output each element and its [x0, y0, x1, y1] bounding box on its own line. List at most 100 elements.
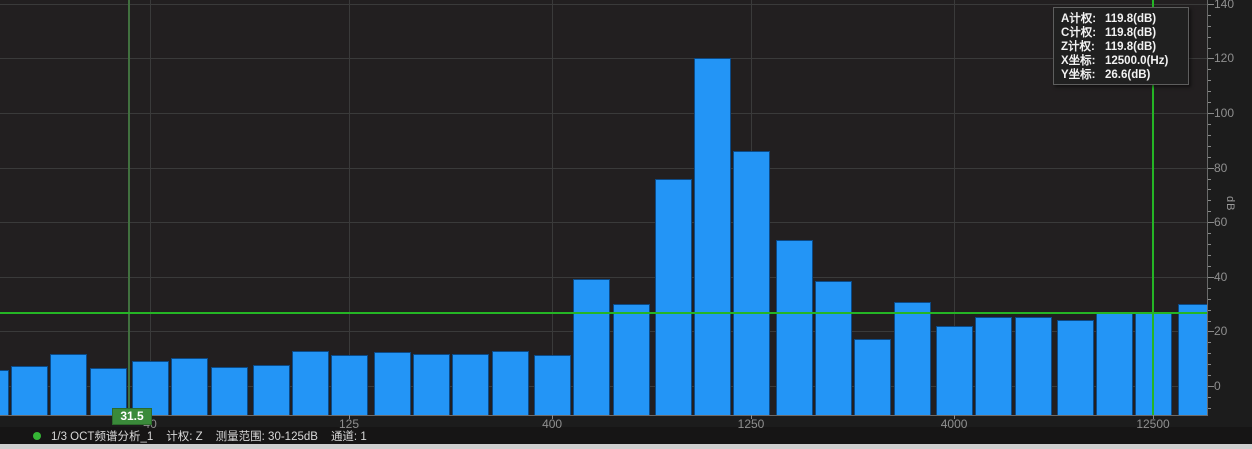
y-minor-tick-32db	[1208, 299, 1211, 300]
y-minor-tick-92db	[1208, 135, 1211, 136]
bar-5000hz[interactable]	[975, 317, 1012, 415]
y-minor-tick-112db	[1208, 80, 1211, 81]
y-minor-tick-132db	[1208, 26, 1211, 27]
y-minor-tick-88db	[1208, 146, 1211, 147]
bar-630hz[interactable]	[613, 304, 650, 415]
bar-50hz[interactable]	[171, 358, 208, 415]
readout-value: 119.8(dB)	[1105, 40, 1156, 54]
readout-row-c-weight: C计权: 119.8(dB)	[1061, 26, 1188, 40]
y-minor-tick-96db	[1208, 124, 1211, 125]
x-tick-1250hz	[751, 415, 752, 419]
channel-status-dot	[33, 432, 41, 440]
readout-value: 26.6(dB)	[1105, 68, 1150, 82]
y-minor-tick-136db	[1208, 15, 1211, 16]
y-minor-tick-4db	[1208, 375, 1211, 376]
bar-16000hz[interactable]	[1178, 304, 1208, 415]
bar-80hz[interactable]	[253, 365, 290, 415]
x-tick-400hz	[552, 415, 553, 419]
window-bottom-edge	[0, 444, 1252, 449]
readout-row-z-weight: Z计权: 119.8(dB)	[1061, 40, 1188, 54]
y-minor-tick--4db	[1208, 397, 1211, 398]
y-minor-tick-68db	[1208, 200, 1211, 201]
x-tick-label-12500hz: 12500	[1136, 417, 1169, 431]
readout-row-a-weight: A计权: 119.8(dB)	[1061, 12, 1188, 26]
readout-label: Z计权:	[1061, 40, 1105, 54]
y-tick-label-100db: 100	[1214, 106, 1234, 120]
bar-250hz[interactable]	[452, 354, 489, 415]
bar-1250hz[interactable]	[733, 151, 770, 415]
y-axis-unit-label: dB	[1224, 196, 1236, 211]
y-minor-tick-8db	[1208, 364, 1211, 365]
bar-200hz[interactable]	[413, 354, 450, 415]
bar-1000hz[interactable]	[694, 58, 731, 415]
y-tick-label-60db: 60	[1214, 215, 1227, 229]
bar-160hz[interactable]	[374, 352, 411, 415]
bar-40hz[interactable]	[132, 361, 169, 415]
readout-label: C计权:	[1061, 26, 1105, 40]
bar-63hz[interactable]	[211, 367, 248, 415]
y-tick-label-20db: 20	[1214, 324, 1227, 338]
readout-label: X坐标:	[1061, 54, 1105, 68]
y-minor-tick-116db	[1208, 69, 1211, 70]
bar-800hz[interactable]	[655, 179, 692, 415]
weighting-info: 计权: Z	[166, 428, 202, 444]
bar-2000hz[interactable]	[815, 281, 852, 415]
y-axis-line	[1207, 0, 1208, 416]
x-tick-label-4000hz: 4000	[941, 417, 968, 431]
y-minor-tick-16db	[1208, 342, 1211, 343]
y-minor-tick-36db	[1208, 288, 1211, 289]
y-minor-tick-76db	[1208, 179, 1211, 180]
y-minor-tick-104db	[1208, 102, 1211, 103]
spectrum-analyzer-window: A计权: 119.8(dB) C计权: 119.8(dB) Z计权: 119.8…	[0, 0, 1252, 449]
measurement-title[interactable]: 1/3 OCT频谱分析_1	[51, 428, 153, 444]
y-minor-tick-28db	[1208, 310, 1211, 311]
y-minor-tick-48db	[1208, 255, 1211, 256]
x-tick-label-400hz: 400	[542, 417, 562, 431]
y-minor-tick-108db	[1208, 91, 1211, 92]
y-minor-tick-56db	[1208, 233, 1211, 234]
bar-500hz[interactable]	[573, 279, 610, 415]
bar-100hz[interactable]	[292, 351, 329, 416]
y-tick-label-120db: 120	[1214, 51, 1234, 65]
plot-area[interactable]: A计权: 119.8(dB) C计权: 119.8(dB) Z计权: 119.8…	[0, 0, 1208, 415]
bar-6300hz[interactable]	[1015, 317, 1052, 415]
bar-315hz[interactable]	[492, 351, 529, 415]
range-info: 测量范围: 30-125dB	[216, 428, 318, 444]
y-minor-tick-84db	[1208, 157, 1211, 158]
bar-20hz[interactable]	[11, 366, 48, 415]
bar-10000hz[interactable]	[1096, 312, 1133, 415]
y-tick-label-140db: 140	[1214, 0, 1234, 11]
readout-value: 12500.0(Hz)	[1105, 54, 1168, 68]
bar-125hz[interactable]	[331, 355, 368, 415]
bar-3150hz[interactable]	[894, 302, 931, 415]
gridline-vertical-40hz	[150, 0, 151, 415]
gridline-horizontal-120db	[0, 58, 1208, 59]
readout-value: 119.8(dB)	[1105, 12, 1156, 26]
cursor-frequency-badge[interactable]: 31.5	[112, 408, 152, 425]
readout-row-x-coord: X坐标: 12500.0(Hz)	[1061, 54, 1188, 68]
bar-2500hz[interactable]	[854, 339, 891, 415]
readout-label: Y坐标:	[1061, 68, 1105, 82]
gridline-vertical-125hz	[349, 0, 350, 415]
bar-25hz[interactable]	[50, 354, 87, 415]
y-minor-tick-52db	[1208, 244, 1211, 245]
y-minor-tick-24db	[1208, 321, 1211, 322]
band-marker-line[interactable]	[128, 0, 130, 415]
y-minor-tick-44db	[1208, 266, 1211, 267]
x-axis-line	[0, 415, 1208, 416]
cursor-horizontal-line[interactable]	[0, 312, 1208, 314]
status-bar: 1/3 OCT频谱分析_1 计权: Z 测量范围: 30-125dB 通道: 1	[0, 427, 1252, 444]
readout-label: A计权:	[1061, 12, 1105, 26]
y-minor-tick--8db	[1208, 408, 1211, 409]
bar-400hz[interactable]	[534, 355, 571, 415]
readout-row-y-coord: Y坐标: 26.6(dB)	[1061, 68, 1188, 82]
x-tick-label-125hz: 125	[339, 417, 359, 431]
bar-4000hz[interactable]	[936, 326, 973, 415]
gridline-vertical-400hz	[552, 0, 553, 415]
readout-panel: A计权: 119.8(dB) C计权: 119.8(dB) Z计权: 119.8…	[1053, 7, 1189, 85]
gridline-horizontal-60db	[0, 222, 1208, 223]
x-tick-12500hz	[1153, 415, 1154, 419]
bar-16hz[interactable]	[0, 370, 9, 415]
bar-1600hz[interactable]	[776, 240, 813, 415]
bar-8000hz[interactable]	[1057, 320, 1094, 415]
